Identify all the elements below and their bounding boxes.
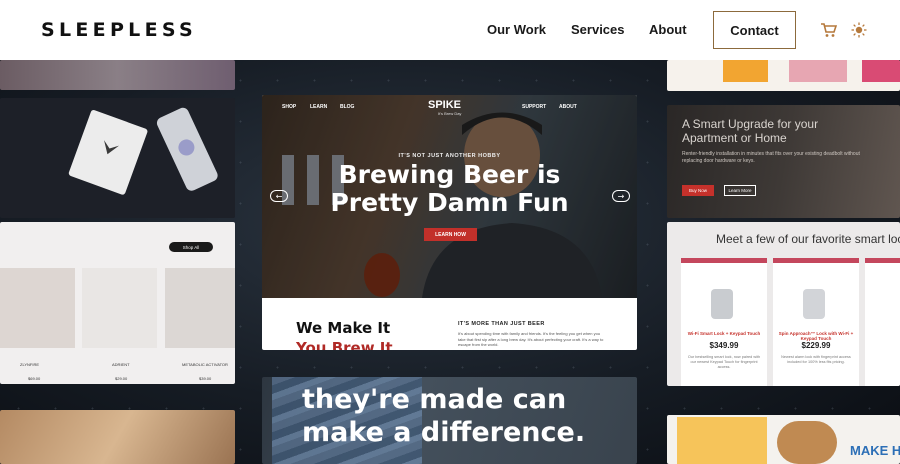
arrow-left-icon[interactable]: ← <box>270 190 288 202</box>
nav-link-about[interactable]: About <box>649 22 687 37</box>
smart-hero-title-line: A Smart Upgrade for your <box>682 117 819 131</box>
nav-link-services[interactable]: Services <box>571 22 625 37</box>
spike-tagline: It's Brew Day <box>438 111 462 116</box>
product-price: $349.99 <box>709 341 739 350</box>
product-price: $229.99 <box>801 341 831 350</box>
spike-nav-blog[interactable]: BLOG <box>340 104 354 110</box>
product-image <box>82 268 157 348</box>
arrow-right-icon[interactable]: → <box>612 190 630 202</box>
project-thumb-product-grid[interactable]: Shop All ZLYNFIRE ADRIENT METABOLIC ACTI… <box>0 222 235 384</box>
top-navigation: SLEEPLESS Our Work Services About Contac… <box>0 0 900 60</box>
tile <box>862 60 900 82</box>
hero-headline-line: Pretty Damn Fun <box>330 188 569 217</box>
product-card[interactable] <box>865 258 900 386</box>
product-card[interactable]: Spin Approach™ Lock with Wi-Fi + Keypad … <box>773 258 859 386</box>
section-body: It's about spending time with family and… <box>458 331 604 347</box>
project-thumb-bikes[interactable] <box>0 60 235 90</box>
lock-image <box>711 289 733 319</box>
product-card[interactable]: Wi-Fi Smart Lock + Keypad Touch $349.99 … <box>681 258 767 386</box>
project-thumb-colorful[interactable] <box>667 60 900 91</box>
smart-section-title: Meet a few of our favorite smart locks <box>716 232 900 246</box>
promo-text: MAKE H <box>850 443 900 458</box>
product-price: $39.00 <box>199 376 212 381</box>
product-price: $69.00 <box>28 376 41 381</box>
product-name: METABOLIC ACTIVATOR <box>182 362 228 367</box>
smart-hero-title-line: Apartment or Home <box>682 131 787 145</box>
product-name: ZLYNFIRE <box>20 362 40 367</box>
spike-nav-learn[interactable]: LEARN <box>310 104 327 110</box>
buy-now-button[interactable]: Buy Now <box>682 185 714 196</box>
spike-logo[interactable]: SPIKE <box>428 99 461 111</box>
learn-more-button[interactable]: Learn More <box>724 185 756 196</box>
product-photo <box>0 98 235 218</box>
shop-all-button[interactable]: Shop All <box>169 242 213 252</box>
project-thumb-smart-lock[interactable]: A Smart Upgrade for your Apartment or Ho… <box>667 105 900 218</box>
cart-icon[interactable] <box>820 22 837 38</box>
hero-headline-line: Brewing Beer is <box>338 160 561 189</box>
sun-icon[interactable] <box>851 22 867 38</box>
product-image <box>0 268 75 348</box>
tile <box>789 60 847 82</box>
product-price: $29.00 <box>115 376 128 381</box>
section-eyebrow: IT'S MORE THAN JUST BEER <box>458 321 545 327</box>
product-name: ADRIENT <box>112 362 130 367</box>
hero-eyebrow: IT'S NOT JUST ANOTHER HOBBY <box>398 153 501 159</box>
book-cover <box>677 417 767 464</box>
spike-nav-about[interactable]: ABOUT <box>559 104 577 110</box>
contact-button[interactable]: Contact <box>713 11 796 49</box>
project-thumb-denim[interactable]: they're made can make a difference. <box>262 377 637 464</box>
denim-headline-line: they're made can <box>302 384 567 415</box>
product-desc: Our bestselling smart lock, now paired w… <box>687 355 761 369</box>
project-thumb-cookbook[interactable]: MAKE H <box>667 415 900 464</box>
project-thumb-supplement[interactable] <box>0 98 235 218</box>
denim-headline: they're made can make a difference. <box>302 383 585 449</box>
spike-nav-shop[interactable]: SHOP <box>282 104 296 110</box>
project-thumb-landscape[interactable] <box>0 410 235 464</box>
spike-hero: SHOP LEARN BLOG SPIKE It's Brew Day SUPP… <box>262 95 637 298</box>
product-image <box>165 268 235 348</box>
tile <box>723 60 768 82</box>
denim-headline-line: make a difference. <box>302 417 586 448</box>
section-title-accent: You Brew It <box>296 339 393 350</box>
product-desc: Newest alarm lock with fingerprint acces… <box>781 355 851 364</box>
hero-headline: Brewing Beer is Pretty Damn Fun <box>262 161 637 217</box>
smart-hero-title: A Smart Upgrade for your Apartment or Ho… <box>682 117 818 145</box>
lock-image <box>803 289 825 319</box>
cookie-image <box>777 421 837 464</box>
section-title: We Make It <box>296 319 391 337</box>
project-thumb-spike-brewing[interactable]: SHOP LEARN BLOG SPIKE It's Brew Day SUPP… <box>262 95 637 350</box>
project-thumb-smart-locks-list[interactable]: Meet a few of our favorite smart locks W… <box>667 222 900 386</box>
product-name: Wi-Fi Smart Lock + Keypad Touch <box>687 331 761 336</box>
spike-nav-support[interactable]: SUPPORT <box>522 104 546 110</box>
nav-link-our-work[interactable]: Our Work <box>487 22 546 37</box>
brand-logo[interactable]: SLEEPLESS <box>41 19 197 41</box>
product-name: Spin Approach™ Lock with Wi-Fi + Keypad … <box>778 331 854 341</box>
smart-hero-body: Renter-friendly installation in minutes … <box>682 151 860 164</box>
learn-how-button[interactable]: LEARN HOW <box>424 228 477 241</box>
